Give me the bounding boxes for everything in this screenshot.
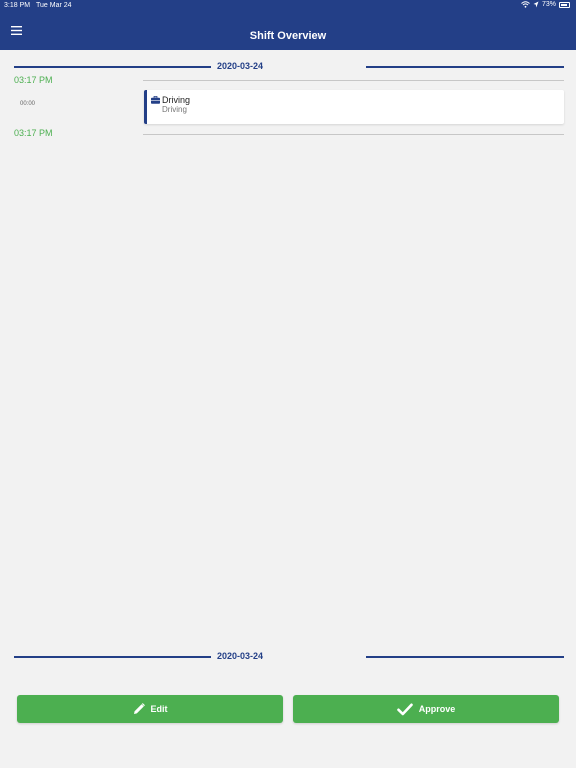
timeline-separator-bottom: [143, 134, 564, 135]
edit-button[interactable]: Edit: [17, 695, 283, 723]
briefcase-icon: [151, 96, 160, 104]
shift-end-time: 03:17 PM: [14, 128, 53, 138]
approve-button-label: Approve: [418, 704, 456, 714]
entry-duration: 00:00: [20, 101, 36, 107]
shift-entry-card[interactable]: Driving Driving: [144, 90, 564, 124]
bottom-date-divider: 2020-03-24: [14, 651, 564, 663]
edit-button-label: Edit: [150, 704, 168, 714]
status-bar: 3:18 PM Tue Mar 24 73%: [0, 0, 576, 12]
page-title: Shift Overview: [249, 30, 327, 42]
divider-line-right: [366, 656, 564, 658]
top-date-label: 2020-03-24: [216, 61, 264, 71]
wifi-icon: [521, 1, 530, 8]
divider-line-left: [14, 66, 211, 68]
battery-percentage: 73%: [541, 1, 556, 8]
navigation-bar: Shift Overview: [0, 12, 576, 50]
timeline-separator-top: [143, 80, 564, 81]
entry-subtitle: Driving: [162, 105, 187, 114]
divider-line-right: [366, 66, 564, 68]
shift-start-time: 03:17 PM: [14, 75, 53, 85]
checkmark-icon: [396, 703, 413, 715]
entry-title: Driving: [162, 95, 191, 105]
status-indicators: 73%: [521, 1, 570, 8]
pencil-icon: [133, 703, 145, 714]
top-date-divider: 2020-03-24: [14, 61, 564, 73]
status-time: 3:18 PM: [4, 2, 31, 9]
location-arrow-icon: [533, 1, 539, 8]
approve-button[interactable]: Approve: [293, 695, 559, 723]
bottom-date-label: 2020-03-24: [216, 651, 264, 661]
battery-icon: [559, 1, 570, 8]
divider-line-left: [14, 656, 211, 658]
status-date: Tue Mar 24: [36, 2, 72, 9]
